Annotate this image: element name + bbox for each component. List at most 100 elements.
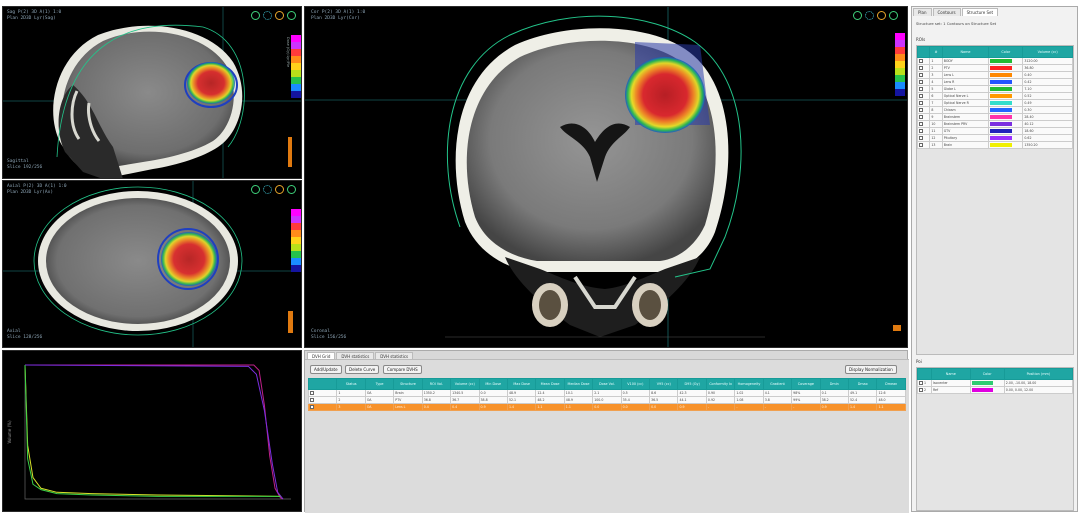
grid-column-header[interactable]: Dmean [876, 378, 906, 390]
sidebar-tab[interactable]: Contours [932, 8, 961, 16]
grid-column-header[interactable]: Dmax [848, 378, 878, 390]
roi-color-swatch[interactable] [990, 80, 1013, 84]
roi-visibility-cell[interactable] [916, 134, 931, 142]
coronal-viewport[interactable]: Cor P(2) 3D A(1) 1:0 Plan 2D3D Lyr(Cor) … [304, 6, 908, 348]
grid-column-header[interactable]: Max Dose [506, 378, 537, 390]
poi-column-header[interactable] [917, 368, 932, 380]
grid-column-header[interactable]: Type [364, 378, 395, 390]
poi-color-swatch[interactable] [971, 381, 994, 385]
add-update-button[interactable]: Add/Update [310, 365, 342, 374]
compare-dvhs-button[interactable]: Compare DVHS [383, 365, 422, 374]
poi-color-cell[interactable] [969, 379, 1005, 387]
roi-color-cell[interactable] [988, 85, 1024, 93]
poi-table[interactable]: Name Color Position (mm) 1 Isocenter 2.00, -… [917, 368, 1074, 394]
dvh-series-line-3[interactable] [24, 364, 281, 497]
roi-visibility-cell[interactable] [916, 120, 931, 128]
poi-row[interactable]: 2 Ref 0.00, 0.00, 12.00 [917, 386, 1074, 394]
roi-visibility-cell[interactable] [916, 57, 931, 65]
roi-checkbox[interactable] [919, 66, 923, 70]
roi-row[interactable]: 5 Globe L 7.10 [916, 85, 1073, 93]
row-checkbox[interactable] [310, 398, 314, 402]
grid-column-header[interactable]: Gradient [762, 378, 793, 390]
zoom-icon[interactable] [877, 11, 886, 20]
roi-color-cell[interactable] [988, 141, 1024, 149]
dvh-chart[interactable]: Volume (%) [2, 350, 302, 512]
sidebar-tab[interactable]: Plan [913, 8, 932, 16]
pan-icon[interactable] [287, 11, 296, 20]
roi-checkbox[interactable] [919, 115, 923, 119]
table-row[interactable]: 1 OA Brain 1350.2 1340.5 0.0 48.9 12.4 10.1 2.1 0.… [307, 389, 906, 397]
sagittal-viewport[interactable]: Sag P(2) 3D A(1) 1:0 Plan 2D3D Lyr(Sag) … [2, 6, 302, 179]
table-row[interactable]: 2 OA PTV 36.8 36.7 38.8 52.1 48.2 48.9 100.0 35.4 3… [307, 396, 906, 404]
dvh-series-line-1[interactable] [25, 364, 284, 500]
roi-row[interactable]: 13 Brain 1350.20 [916, 141, 1073, 149]
roi-checkbox[interactable] [919, 73, 923, 77]
roi-color-swatch[interactable] [990, 66, 1013, 70]
roi-checkbox[interactable] [919, 80, 923, 84]
roi-row[interactable]: 3 Lens L 0.40 [916, 71, 1073, 79]
roi-row[interactable]: 1 BODY 3120.00 [916, 57, 1073, 65]
roi-color-cell[interactable] [988, 99, 1024, 107]
rotate-icon[interactable] [251, 11, 260, 20]
roi-row[interactable]: 2 PTV 36.80 [916, 64, 1073, 72]
poi-color-cell[interactable] [969, 386, 1005, 394]
settings-icon[interactable] [263, 11, 272, 20]
roi-color-swatch[interactable] [990, 59, 1013, 63]
grid-column-header[interactable]: Conformity Ix [705, 378, 736, 390]
roi-color-cell[interactable] [988, 64, 1024, 72]
row-checkbox-cell[interactable] [307, 396, 338, 404]
grid-column-header[interactable]: Homogeneity [734, 378, 764, 390]
roi-color-swatch[interactable] [990, 115, 1013, 119]
dvh-series-line-2[interactable] [24, 364, 284, 500]
roi-column-header[interactable]: Color [988, 46, 1024, 58]
poi-color-swatch[interactable] [971, 388, 994, 392]
roi-row[interactable]: 9 Brainstem 28.40 [916, 113, 1073, 121]
roi-checkbox[interactable] [919, 101, 923, 105]
poi-row[interactable]: 1 Isocenter 2.00, -10.00, 18.00 [917, 379, 1074, 387]
roi-checkbox[interactable] [919, 136, 923, 140]
roi-row[interactable]: 7 Optical Nerve R 0.49 [916, 99, 1073, 107]
table-row[interactable]: 3 OA Lens L 0.4 0.4 0.9 1.4 1.1 1.1 0.0 0.0 0.0 0.9-… [307, 403, 906, 411]
roi-visibility-cell[interactable] [916, 141, 931, 149]
roi-visibility-cell[interactable] [916, 92, 931, 100]
axial-viewport[interactable]: Axial P(2) 3D A(1) 1:0 Plan 2D3D Lyr(Ax)… [2, 180, 302, 348]
roi-color-cell[interactable] [988, 57, 1024, 65]
roi-visibility-cell[interactable] [916, 71, 931, 79]
grid-column-header[interactable]: Volume (cc) [450, 378, 480, 390]
settings-icon[interactable] [865, 11, 874, 20]
roi-row[interactable]: 4 Lens R 0.42 [916, 78, 1073, 86]
pan-icon[interactable] [287, 185, 296, 194]
row-checkbox-cell[interactable] [307, 403, 338, 411]
roi-color-cell[interactable] [988, 134, 1024, 142]
roi-color-swatch[interactable] [990, 73, 1013, 77]
roi-visibility-cell[interactable] [916, 127, 931, 135]
roi-color-cell[interactable] [988, 71, 1024, 79]
roi-visibility-cell[interactable] [916, 113, 931, 121]
poi-visibility-cell[interactable]: 1 [917, 379, 932, 387]
roi-column-header[interactable]: Volume (cc) [1022, 46, 1073, 58]
rotate-icon[interactable] [251, 185, 260, 194]
delete-curve-button[interactable]: Delete Curve [345, 365, 380, 374]
roi-color-swatch[interactable] [990, 122, 1013, 126]
roi-column-header[interactable]: # [929, 46, 943, 58]
roi-color-swatch[interactable] [990, 136, 1013, 140]
sidebar-tab[interactable]: Structure Set [961, 8, 999, 16]
grid-column-header[interactable]: Structure [393, 378, 423, 390]
roi-checkbox[interactable] [919, 87, 923, 91]
roi-color-swatch[interactable] [990, 87, 1013, 91]
roi-color-swatch[interactable] [990, 143, 1013, 147]
grid-column-header[interactable]: Dmin [819, 378, 850, 390]
grid-column-header[interactable]: Median Dose [563, 378, 594, 390]
poi-column-header[interactable]: Position (mm) [1003, 368, 1074, 380]
roi-color-cell[interactable] [988, 120, 1024, 128]
pan-icon[interactable] [889, 11, 898, 20]
roi-column-header[interactable]: Name [941, 46, 990, 58]
roi-color-swatch[interactable] [990, 129, 1013, 133]
roi-row[interactable]: 10 Brainstem PRV 40.12 [916, 120, 1073, 128]
grid-column-header[interactable]: Dose Vol. [592, 378, 622, 390]
dvh-series-line-4[interactable] [24, 364, 281, 497]
roi-checkbox[interactable] [919, 143, 923, 147]
grid-column-header[interactable]: Mean Dose [535, 378, 565, 390]
roi-column-header[interactable] [916, 46, 931, 58]
grid-column-header[interactable]: ROI Vol. [421, 378, 452, 390]
